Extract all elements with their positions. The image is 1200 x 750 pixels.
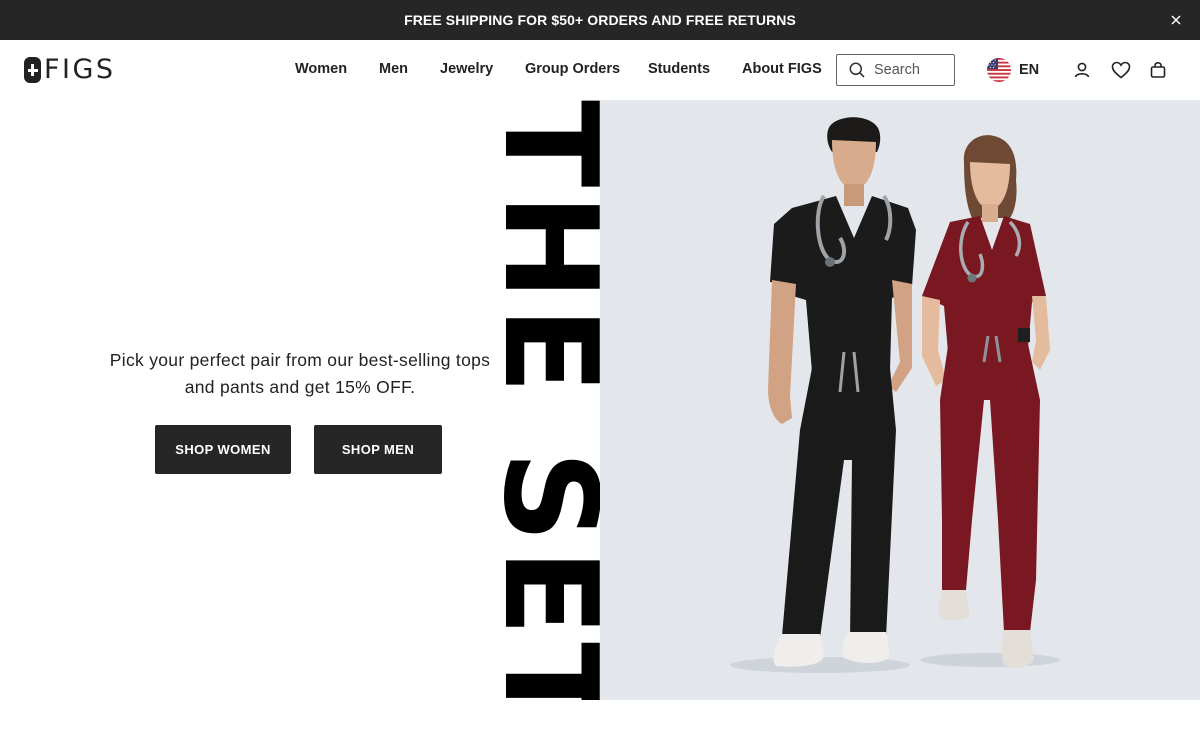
language-selector[interactable]: EN <box>987 58 1039 82</box>
wishlist-heart-icon[interactable] <box>1111 60 1131 80</box>
figs-logo[interactable]: FIGS <box>24 56 116 84</box>
us-flag-icon <box>987 58 1011 82</box>
nav-group-orders[interactable]: Group Orders <box>525 61 620 77</box>
hero-section: Pick your perfect pair from our best-sel… <box>0 100 1200 700</box>
shopping-bag-icon[interactable] <box>1148 60 1168 80</box>
logo-text: FIGS <box>44 54 116 85</box>
promo-text[interactable]: FREE SHIPPING FOR $50+ ORDERS AND FREE R… <box>404 12 796 28</box>
hero-title-text: THE SET <box>498 100 600 700</box>
nav-students[interactable]: Students <box>648 61 710 77</box>
logo-plus-icon <box>24 57 41 83</box>
account-icon[interactable] <box>1072 60 1092 80</box>
hero-copy: Pick your perfect pair from our best-sel… <box>109 350 491 397</box>
site-header: FIGS Women Men Jewelry Group Orders Stud… <box>0 40 1200 100</box>
male-model <box>768 117 916 667</box>
search-input[interactable] <box>874 62 952 78</box>
search-box[interactable] <box>836 54 955 86</box>
nav-women[interactable]: Women <box>295 61 347 77</box>
promo-bar: FREE SHIPPING FOR $50+ ORDERS AND FREE R… <box>0 0 1200 40</box>
hero-vertical-title: THE SET <box>498 100 600 700</box>
nav-jewelry[interactable]: Jewelry <box>440 61 493 77</box>
nav-men[interactable]: Men <box>379 61 408 77</box>
shop-men-button[interactable]: SHOP MEN <box>314 425 442 474</box>
scrubs-models-photo <box>600 100 1200 700</box>
shop-women-button[interactable]: SHOP WOMEN <box>155 425 291 474</box>
search-icon <box>849 62 865 78</box>
female-model <box>922 135 1050 669</box>
close-icon[interactable] <box>1166 10 1186 30</box>
language-label: EN <box>1019 62 1040 78</box>
nav-about-figs[interactable]: About FIGS <box>742 61 822 77</box>
